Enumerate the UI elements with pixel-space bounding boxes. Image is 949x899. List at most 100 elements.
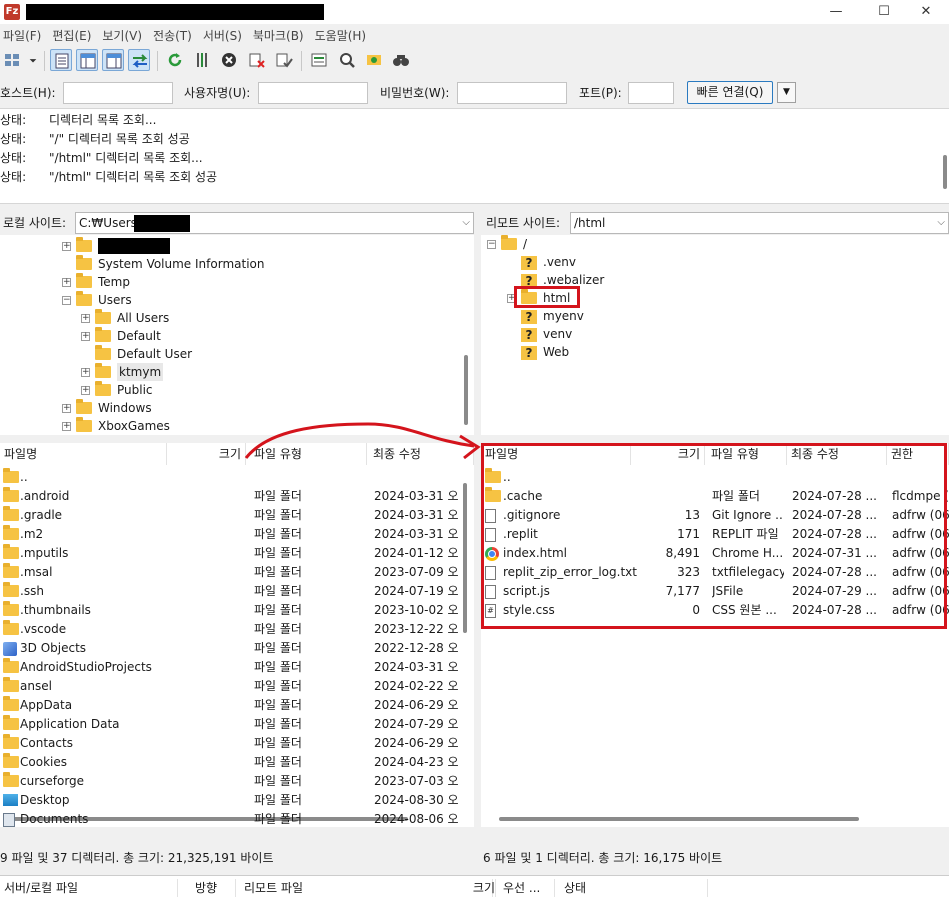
local-col-size[interactable]: 크기 [167,443,246,465]
remote-tree-item[interactable]: ? Web [481,343,941,361]
local-file-row[interactable]: curseforge 파일 폴더 2023-07-03 오 [0,772,462,791]
quickconnect-history-dropdown[interactable]: ▼ [777,82,796,103]
queue-col-priority[interactable]: 우선 ... [499,879,555,897]
chevron-down-icon[interactable]: ⌵ [937,213,945,233]
local-tree-item[interactable]: Default User [0,345,460,363]
local-tree-item[interactable]: + ktmym [0,363,460,381]
menu-view[interactable]: 보기(V) [99,26,150,46]
local-file-row[interactable]: .gradle 파일 폴더 2024-03-31 오 [0,506,462,525]
local-tree-item[interactable]: + Windows [0,399,460,417]
local-tree-item[interactable]: + Temp [0,273,460,291]
menu-server[interactable]: 서버(S) [200,26,250,46]
remote-list-hscrollbar[interactable] [499,817,859,821]
expand-icon[interactable]: + [62,422,71,431]
directory-filter-icon[interactable] [308,49,330,71]
queue-col-server-local-file[interactable]: 서버/로컬 파일 [0,879,178,897]
remote-tree-item[interactable]: ? venv [481,325,941,343]
menu-help[interactable]: 도움말(H) [312,26,375,46]
expand-icon[interactable]: + [81,314,90,323]
close-button[interactable]: ✕ [903,0,949,24]
local-tree-item[interactable]: − Users [0,291,460,309]
chevron-down-icon[interactable]: ⌵ [462,213,470,233]
local-file-row[interactable]: AndroidStudioProjects 파일 폴더 2024-03-31 오 [0,658,462,677]
local-file-row[interactable]: Desktop 파일 폴더 2024-08-30 오 [0,791,462,810]
local-file-row[interactable]: .. [0,468,462,487]
local-file-row[interactable]: 3D Objects 파일 폴더 2022-12-28 오 [0,639,462,658]
expand-icon[interactable]: + [62,404,71,413]
local-list-scrollbar[interactable] [463,483,467,633]
local-tree-item[interactable]: + Public [0,381,460,399]
local-file-row[interactable]: .thumbnails 파일 폴더 2023-10-02 오 [0,601,462,620]
local-tree-item[interactable]: System Volume Information [0,255,460,273]
port-input[interactable] [628,82,674,104]
remote-tree-item[interactable]: ? myenv [481,307,941,325]
process-queue-icon[interactable] [191,49,213,71]
local-file-row[interactable]: ansel 파일 폴더 2024-02-22 오 [0,677,462,696]
local-file-row[interactable]: .m2 파일 폴더 2024-03-31 오 [0,525,462,544]
password-input[interactable] [457,82,567,104]
transfer-queue-icon[interactable] [128,49,150,71]
site-manager-dropdown-icon[interactable] [26,49,38,71]
highlight-remote-files [481,443,947,629]
menu-transfer[interactable]: 전송(T) [150,26,200,46]
site-manager-icon[interactable] [2,49,24,71]
queue-col-size[interactable]: 크기 [466,879,496,897]
maximize-button[interactable]: ☐ [861,0,907,24]
menu-file[interactable]: 파일(F) [0,26,49,46]
local-file-row[interactable]: Contacts 파일 폴더 2024-06-29 오 [0,734,462,753]
expand-icon[interactable]: + [62,242,71,251]
local-file-list: 파일명 크기 파일 유형 최종 수정 ^ .. .android 파일 폴더 2024… [0,443,474,827]
local-tree-icon[interactable] [76,49,98,71]
minimize-button[interactable]: — [813,0,859,24]
file-type: 파일 폴더 [254,717,302,731]
local-file-row[interactable]: .msal 파일 폴더 2023-07-09 오 [0,563,462,582]
file-type: 파일 폴더 [254,679,302,693]
menu-bookmarks[interactable]: 북마크(B) [250,26,312,46]
log-label: 상태: [0,132,27,146]
queue-col-remote-file[interactable]: 리모트 파일 [240,879,493,897]
folder-icon [3,563,19,578]
local-file-row[interactable]: .ssh 파일 폴더 2024-07-19 오 [0,582,462,601]
local-file-row[interactable]: .mputils 파일 폴더 2024-01-12 오 [0,544,462,563]
local-file-row[interactable]: Documents 파일 폴더 2024-08-06 오 [0,810,462,827]
expand-icon[interactable]: + [81,332,90,341]
expand-icon[interactable]: + [62,278,71,287]
compare-icon[interactable] [390,49,412,71]
queue-col-status[interactable]: 상태 [560,879,708,897]
local-col-modified[interactable]: 최종 수정 [369,443,474,465]
remote-path-combobox[interactable]: /html ⌵ [570,212,949,234]
sync-browse-icon[interactable] [363,49,385,71]
expand-icon[interactable]: + [81,368,90,377]
log-scrollbar[interactable] [943,155,947,189]
file-modified: 2024-03-31 오 [374,489,459,503]
message-log-icon[interactable] [50,49,72,71]
quickconnect-button[interactable]: 빠른 연결(Q) [687,81,773,104]
remote-tree-item[interactable]: ? .venv [481,253,941,271]
menu-edit[interactable]: 편집(E) [49,26,99,46]
local-tree-item[interactable]: + XboxGames [0,417,460,435]
reconnect-icon[interactable] [273,49,295,71]
local-file-row[interactable]: .android 파일 폴더 2024-03-31 오 [0,487,462,506]
local-file-row[interactable]: Application Data 파일 폴더 2024-07-29 오 [0,715,462,734]
collapse-icon[interactable]: − [487,240,496,249]
search-icon[interactable] [336,49,358,71]
log-message: 디렉터리 목록 조회... [49,113,157,127]
queue-col-direction[interactable]: 방향 [191,879,236,897]
local-tree-item[interactable]: + Default [0,327,460,345]
local-file-row[interactable]: .vscode 파일 폴더 2023-12-22 오 [0,620,462,639]
local-tree-item[interactable]: + All Users [0,309,460,327]
username-input[interactable] [258,82,368,104]
refresh-icon[interactable] [164,49,186,71]
local-col-type[interactable]: 파일 유형 [250,443,367,465]
host-input[interactable] [63,82,173,104]
expand-icon[interactable]: + [81,386,90,395]
local-tree-scrollbar[interactable] [464,355,468,425]
collapse-icon[interactable]: − [62,296,71,305]
remote-tree-item[interactable]: − / [481,235,941,253]
remote-tree-icon[interactable] [102,49,124,71]
disconnect-icon[interactable] [246,49,268,71]
cancel-icon[interactable] [218,49,240,71]
local-file-row[interactable]: AppData 파일 폴더 2024-06-29 오 [0,696,462,715]
local-tree-item[interactable]: + [0,237,460,255]
local-file-row[interactable]: Cookies 파일 폴더 2024-04-23 오 [0,753,462,772]
